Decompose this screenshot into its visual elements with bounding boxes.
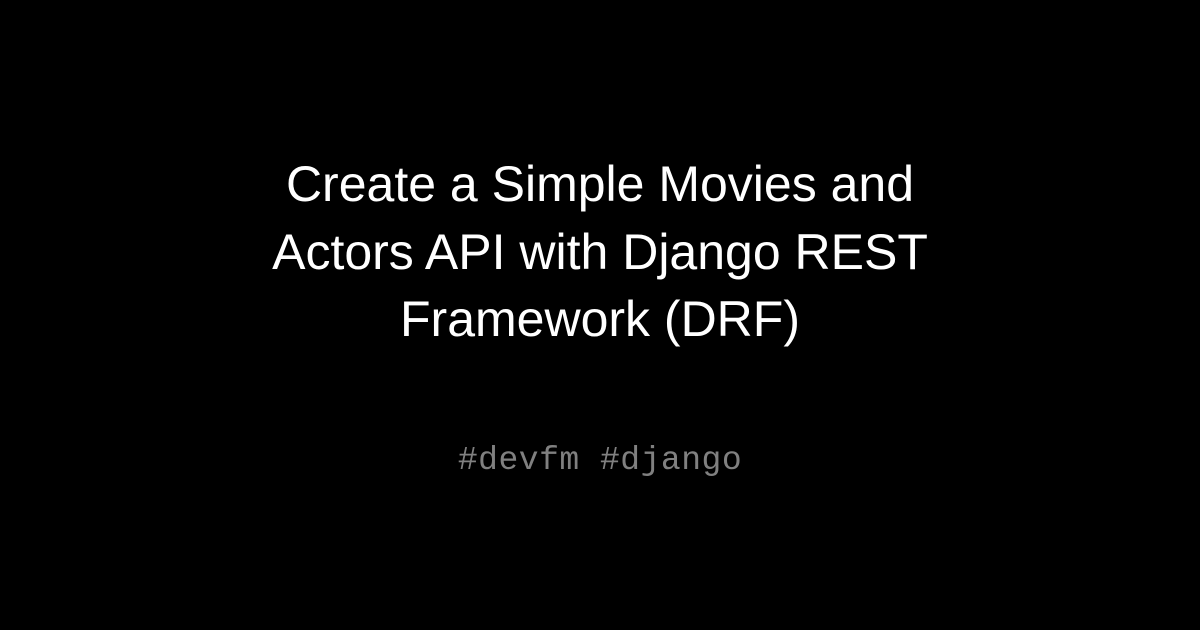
page-title: Create a Simple Movies and Actors API wi… [190, 151, 1010, 354]
hashtags: #devfm #django [458, 442, 742, 479]
